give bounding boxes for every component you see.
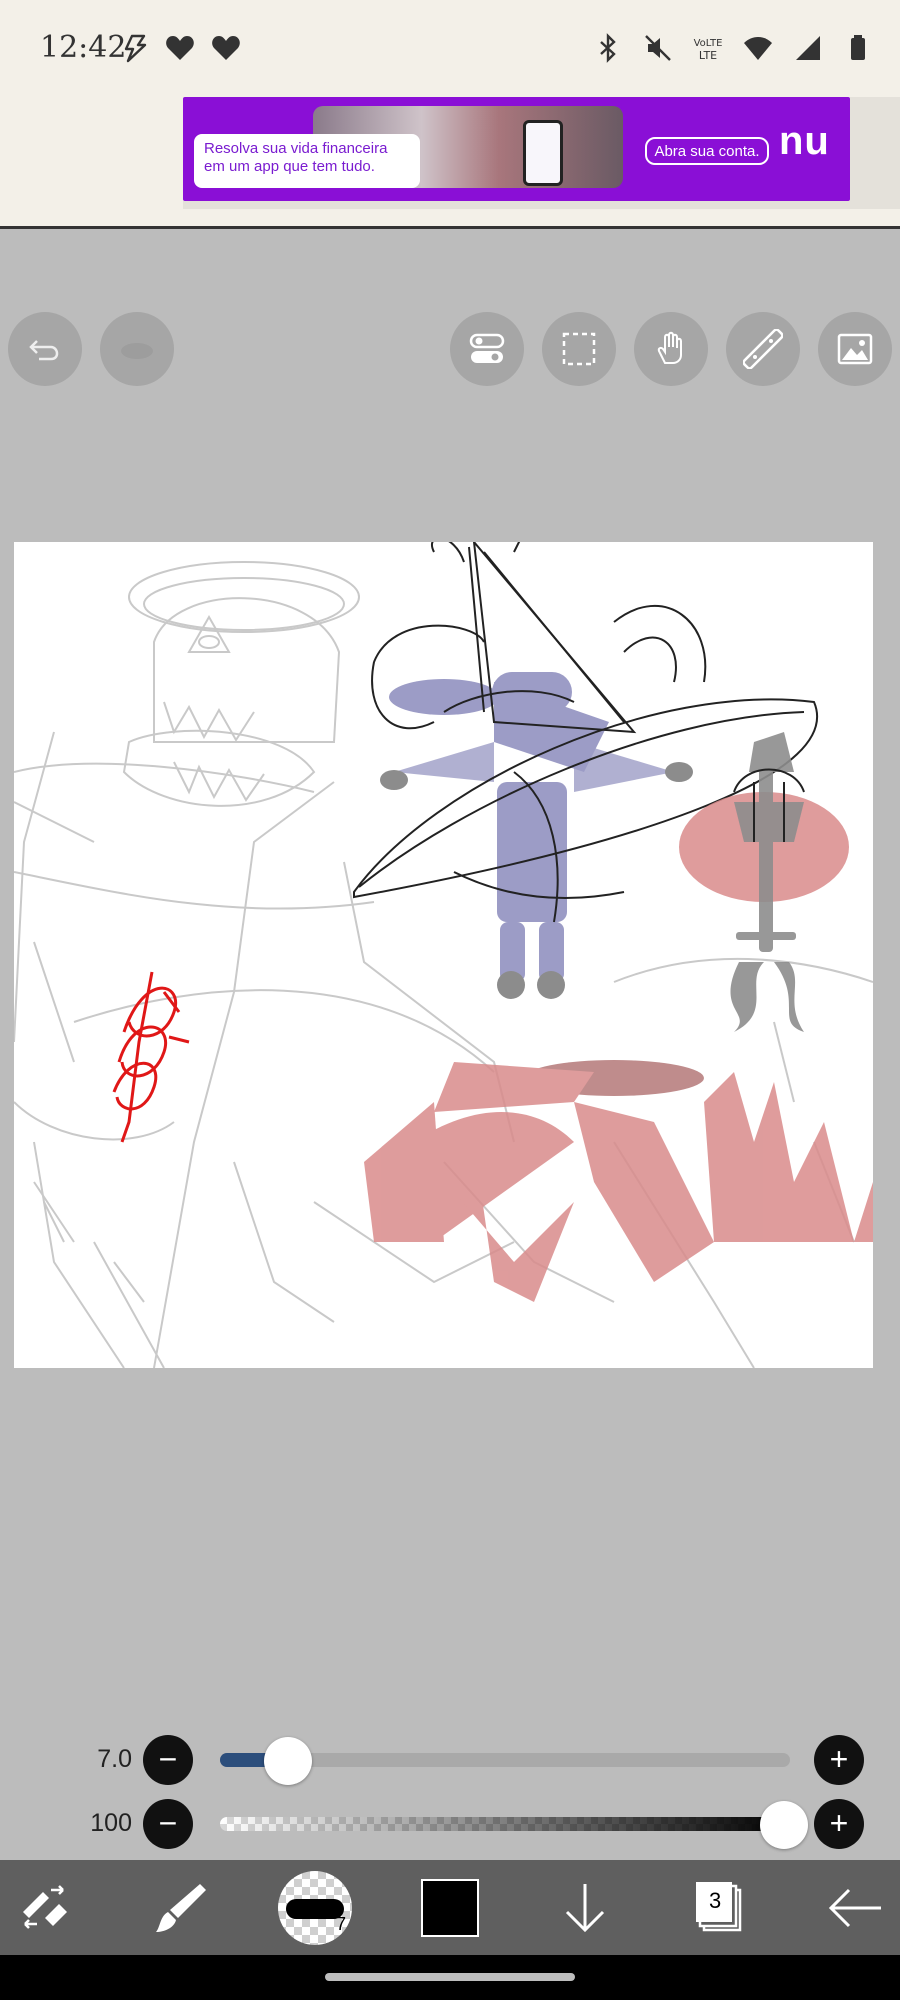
transform-icon	[23, 1884, 67, 1929]
transform-eraser-button[interactable]	[10, 1860, 80, 1955]
redo-icon	[121, 343, 153, 359]
undo-button[interactable]	[8, 312, 82, 386]
mute-icon	[645, 35, 671, 61]
status-bar: 12:42 VoLTE LTE	[0, 0, 900, 100]
brush-size-increase-button[interactable]: +	[814, 1735, 864, 1785]
brush-size-label: 7.0	[97, 1745, 132, 1773]
color-button[interactable]	[410, 1860, 490, 1955]
drawing-canvas[interactable]	[14, 542, 873, 1368]
svg-text:LTE: LTE	[699, 49, 717, 62]
ad-bottom	[183, 201, 900, 209]
plus-icon: +	[829, 1741, 849, 1777]
header-divider	[0, 226, 900, 229]
image-icon	[837, 333, 873, 365]
brush-badge: 7	[335, 1913, 346, 1934]
wifi-icon	[744, 37, 772, 60]
layers-button[interactable]: 3	[678, 1860, 758, 1955]
plus-icon: +	[829, 1805, 849, 1841]
brush-tool-button[interactable]	[140, 1860, 220, 1955]
selection-button[interactable]	[542, 312, 616, 386]
heart-icon	[166, 36, 194, 60]
hand-icon	[657, 331, 682, 364]
flash-icon	[124, 34, 147, 63]
opacity-knob[interactable]	[760, 1801, 808, 1849]
opacity-label: 100	[90, 1809, 132, 1837]
move-down-button[interactable]	[545, 1860, 625, 1955]
battery-icon	[851, 35, 865, 60]
bottom-toolbar: 7 3	[0, 1860, 900, 1955]
redo-button[interactable]	[100, 312, 174, 386]
ad-logo: nu	[779, 119, 830, 163]
brush-size-knob[interactable]	[263, 1737, 312, 1785]
heart-icon	[212, 36, 240, 60]
hand-button[interactable]	[634, 312, 708, 386]
opacity-increase-button[interactable]: +	[814, 1799, 864, 1849]
undo-icon	[29, 340, 59, 361]
arrow-down-icon	[565, 1883, 605, 1932]
opacity-slider[interactable]	[220, 1817, 790, 1831]
opacity-decrease-button[interactable]: −	[143, 1799, 193, 1849]
system-nav-bar	[0, 1955, 900, 2000]
toggle-icon	[469, 333, 505, 363]
toggle-button[interactable]	[450, 312, 524, 386]
layers-count: 3	[709, 1888, 722, 1913]
ad-cta-button[interactable]: Abra sua conta.	[645, 137, 769, 165]
back-button[interactable]	[815, 1860, 895, 1955]
brush-icon	[156, 1883, 206, 1932]
ad-side	[850, 97, 900, 201]
minus-icon: −	[158, 1741, 178, 1777]
selection-icon	[562, 332, 596, 366]
home-indicator[interactable]	[325, 1973, 575, 1981]
ad-text: Resolva sua vida financeira em um app qu…	[194, 134, 420, 188]
volte-icon: VoLTELTE	[694, 38, 723, 62]
bluetooth-icon	[600, 33, 616, 63]
color-swatch	[421, 1878, 479, 1937]
minus-icon: −	[158, 1805, 178, 1841]
ruler-button[interactable]	[726, 312, 800, 386]
brush-preview-button[interactable]: 7	[270, 1860, 360, 1955]
artwork	[14, 542, 873, 1368]
status-time: 12:42	[40, 30, 127, 65]
ruler-icon	[743, 329, 783, 369]
svg-text:VoLTE: VoLTE	[694, 38, 723, 49]
ad-banner[interactable]: Resolva sua vida financeira em um app qu…	[183, 97, 850, 201]
signal-icon	[796, 36, 820, 60]
image-button[interactable]	[818, 312, 892, 386]
brush-preview: 7	[278, 1870, 352, 1945]
brush-size-decrease-button[interactable]: −	[143, 1735, 193, 1785]
arrow-left-icon	[828, 1888, 881, 1927]
